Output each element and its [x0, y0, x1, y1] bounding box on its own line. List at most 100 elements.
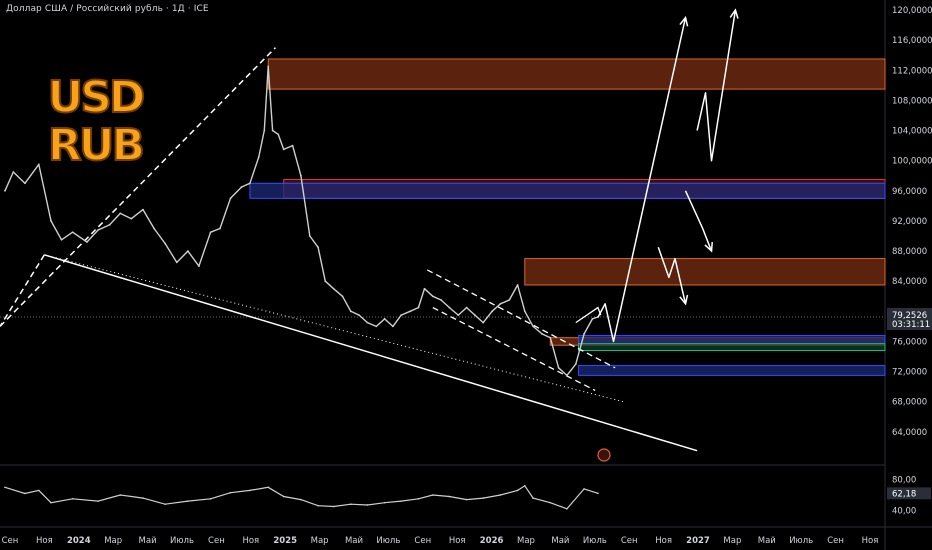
y-tick-label: 108,0000 — [892, 96, 932, 106]
x-tick-label: Ноя — [655, 536, 672, 546]
x-tick-label: Май — [758, 536, 776, 546]
oscillator-point — [465, 498, 468, 501]
oscillator-point — [187, 500, 189, 502]
blue-zone-upper — [578, 334, 886, 345]
price-point — [153, 227, 155, 230]
price-point — [164, 242, 167, 245]
blue-zone-left — [249, 182, 886, 199]
y-tick-label: 104,0000 — [892, 127, 932, 137]
x-tick-label: Сен — [414, 536, 431, 546]
oscillator-point — [516, 489, 519, 492]
price-point — [474, 314, 476, 316]
price-point — [71, 231, 74, 234]
price-point — [60, 238, 63, 241]
x-tick-label: Ноя — [449, 536, 466, 546]
price-point — [240, 186, 243, 188]
oscillator-point — [597, 492, 599, 495]
y-tick-label: 116,0000 — [892, 36, 932, 46]
blue-zone-lower — [578, 365, 886, 376]
x-tick-label: 2024 — [67, 536, 91, 546]
oscillator-tick-label: 80,00 — [892, 476, 916, 486]
logo-line-1: USD — [48, 72, 144, 123]
y-tick-label: 64,0000 — [892, 428, 927, 438]
oscillator-point — [37, 489, 40, 492]
oscillator-point — [417, 498, 420, 500]
chart-title: Доллар США / Российский рубль · 1Д · ICE — [6, 4, 209, 14]
price-point — [308, 235, 311, 237]
green-zone — [578, 343, 886, 352]
x-tick-label: Ноя — [862, 536, 879, 546]
price-point — [198, 265, 200, 268]
wedge-mark — [575, 306, 602, 324]
price-point — [583, 333, 585, 335]
oscillator-point — [209, 498, 212, 500]
price-point — [358, 314, 360, 316]
oscillator-point — [300, 498, 302, 501]
price-point — [400, 314, 403, 316]
price-point — [366, 321, 369, 324]
oscillator-point — [566, 508, 568, 510]
oscillator-value: 62,18 — [892, 489, 916, 499]
x-tick-label: Сен — [2, 536, 19, 546]
price-point — [508, 299, 511, 301]
price-point — [482, 321, 485, 324]
x-tick-label: Ноя — [36, 536, 53, 546]
price-point — [130, 217, 133, 220]
oscillator-point — [349, 503, 352, 506]
price-point — [97, 229, 99, 231]
oscillator-point — [229, 491, 232, 494]
price-point — [448, 306, 451, 309]
x-tick-label: Мар — [517, 536, 535, 546]
y-tick-label: 88,0000 — [892, 247, 927, 257]
logo-line-2: RUB — [48, 120, 143, 171]
price-chart[interactable]: 120,0000 116,0000 112,0000 108,0000 104,0000… — [0, 0, 932, 550]
oscillator-point — [249, 489, 251, 492]
price-point — [50, 220, 52, 222]
oscillator-point — [142, 497, 144, 499]
price-point — [332, 287, 335, 290]
price-point — [383, 317, 386, 320]
x-tick-label: Май — [139, 536, 157, 546]
forecast-arrow-3 — [684, 190, 713, 252]
oscillator-point — [267, 486, 270, 489]
oscillator-point — [400, 500, 403, 502]
oscillator-point — [97, 500, 99, 502]
oscillator-point — [332, 505, 335, 508]
y-tick-label: 92,0000 — [892, 217, 927, 227]
price-point — [249, 182, 251, 185]
resistance-zone-top — [267, 58, 886, 90]
price-point — [375, 325, 378, 328]
oscillator-point — [383, 501, 386, 504]
price-point — [440, 299, 443, 301]
price-point — [465, 306, 468, 309]
logo: USDRUB — [47, 71, 148, 172]
price-point — [186, 250, 189, 252]
oscillator-point — [71, 498, 74, 500]
x-tick-label: Сен — [621, 536, 638, 546]
price-point — [557, 366, 560, 369]
price-point — [341, 295, 344, 298]
price-point — [12, 171, 15, 173]
price-point — [499, 302, 502, 305]
price-point — [86, 241, 88, 243]
x-tick-label: Сен — [208, 536, 225, 546]
x-tick-label: Мар — [104, 536, 122, 546]
price-point — [431, 295, 434, 298]
price-point — [317, 246, 319, 249]
oscillator-point — [432, 494, 434, 496]
price-point — [516, 284, 519, 286]
y-tick-label: 76,0000 — [892, 337, 927, 347]
price-point — [574, 363, 577, 365]
price-point — [119, 212, 122, 215]
oscillator-point — [532, 497, 534, 499]
oscillator-point — [119, 494, 122, 496]
price-tag-countdown: 03:31:11 — [892, 320, 930, 330]
price-point — [263, 129, 266, 132]
x-tick-label: Май — [345, 536, 363, 546]
x-tick-label: Июль — [376, 536, 400, 546]
oscillator-point — [482, 497, 485, 499]
y-tick-label: 96,0000 — [892, 187, 927, 197]
x-tick-label: Июль — [789, 536, 813, 546]
price-point — [523, 310, 526, 313]
y-tick-label: 120,0000 — [892, 6, 932, 16]
